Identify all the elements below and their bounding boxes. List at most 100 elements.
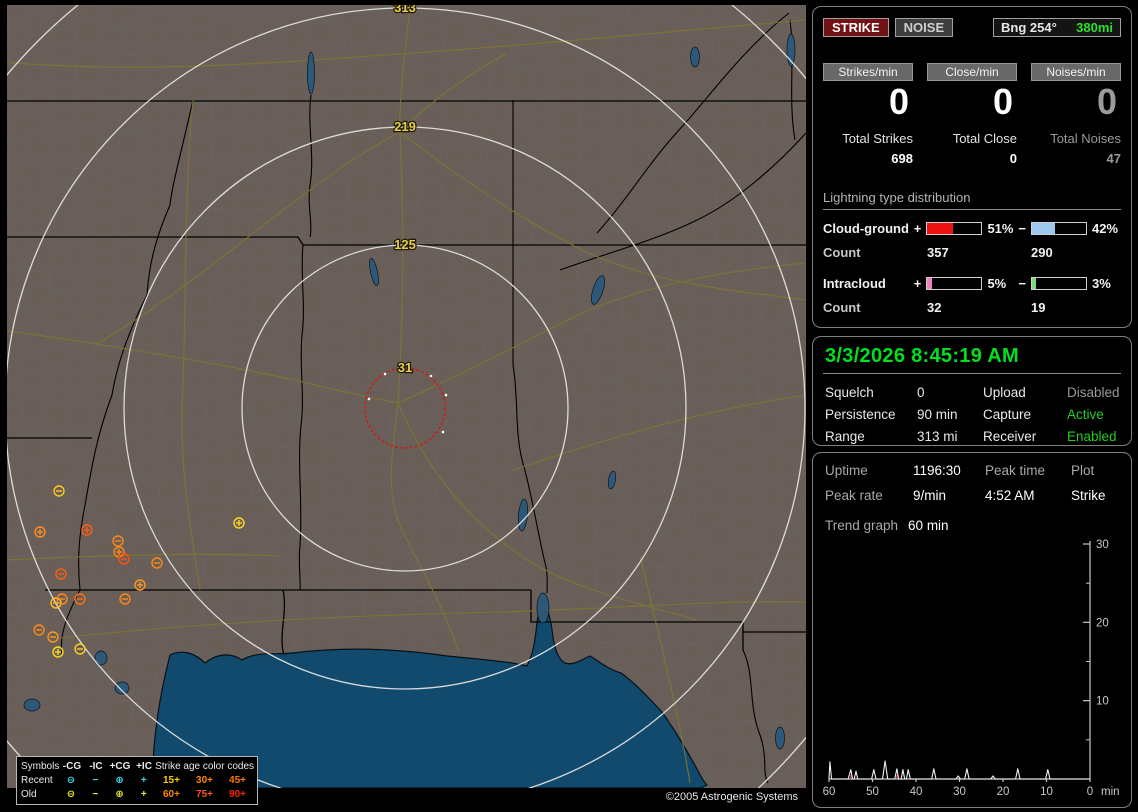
ic-negative-count: 19 [1031,300,1046,315]
svg-text:20: 20 [997,786,1010,798]
intracloud-count-row: Count 32 19 [823,300,1121,315]
uptime-label: Uptime [825,463,868,478]
close-per-min-label: Close/min [927,63,1017,81]
age-45: 45+ [229,774,246,786]
strike-button[interactable]: STRIKE [823,18,889,37]
squelch-label: Squelch [825,385,874,400]
range-ring-label-313: 313 [394,5,416,15]
age-75: 75+ [196,788,213,800]
legend-symbols-header: Symbols [21,760,60,772]
peak-time-label: Peak time [985,463,1046,478]
receiver-status: Enabled [1067,429,1117,444]
peak-time-value: 4:52 AM [985,488,1035,503]
cg-positive-count: 357 [927,245,949,260]
pos-ic-recent-icon: + [140,774,147,786]
trend-panel: Uptime 1196:30 Peak time Plot Peak rate … [812,452,1132,808]
legend-recent-row: Recent ⊖ − ⊕ + 15+ 30+ 45+ [21,773,254,787]
map-legend: Symbols -CG -IC +CG +IC Strike age color… [16,756,258,805]
plot-value: Strike [1071,488,1106,503]
total-noises-value: 47 [1106,151,1121,166]
total-strikes-label: Total Strikes [842,131,913,146]
legend-age-header: Strike age color codes [155,760,255,772]
upload-label: Upload [983,385,1026,400]
cg-negative-count: 290 [1031,245,1053,260]
svg-text:30: 30 [953,786,966,798]
capture-status: Active [1067,407,1104,422]
strikes-per-min-value: 0 [888,81,909,122]
svg-text:0: 0 [1087,786,1093,798]
bearing-distance: 380mi [1076,20,1113,35]
cg-positive-bar [926,222,983,235]
svg-text:10: 10 [1040,786,1053,798]
plus-sign: + [913,276,922,291]
svg-text:10: 10 [1096,696,1109,708]
range-value: 313 mi [917,429,958,444]
range-ring-label-125: 125 [394,237,416,252]
datetime-display: 3/3/2026 8:45:19 AM [823,344,1121,374]
plus-sign: + [913,221,922,236]
uptime-value: 1196:30 [913,463,961,478]
legend-old-label: Old [21,788,37,800]
legend-old-row: Old ⊖ − ⊕ + 60+ 75+ 90+ [21,787,254,801]
distribution-title: Lightning type distribution [823,190,1121,210]
trend-graph-label: Trend graph [825,518,899,533]
cg-positive-pct: 51% [987,221,1014,236]
ic-positive-pct: 5% [987,276,1007,291]
trend-graph-window: 60 min [908,518,949,533]
cg-negative-pct: 42% [1092,221,1119,236]
squelch-value: 0 [917,385,925,400]
intracloud-label: Intracloud [823,276,886,291]
age-60: 60+ [163,788,180,800]
total-strikes-value: 698 [891,151,913,166]
noise-button[interactable]: NOISE [894,18,954,37]
strike-counters-panel: STRIKE NOISE Bng 254° 380mi Strikes/min … [812,6,1132,328]
strike-map[interactable]: 31 125 219 313 [7,5,806,788]
upload-status: Disabled [1067,385,1120,400]
map-canvas: 31 125 219 313 [7,5,806,788]
neg-ic-recent-icon: − [92,774,99,786]
ic-positive-bar [926,277,983,290]
neg-cg-old-icon: ⊖ [66,788,76,800]
ic-positive-count: 32 [927,300,942,315]
svg-text:30: 30 [1096,539,1109,551]
range-label: Range [825,429,865,444]
ic-negative-bar [1030,277,1088,290]
persistence-value: 90 min [917,407,958,422]
legend-header-row: Symbols -CG -IC +CG +IC Strike age color… [21,759,254,773]
svg-text:20: 20 [1096,617,1109,629]
legend-col-neg-cg: -CG [62,760,82,772]
legend-col-neg-ic: -IC [89,760,103,772]
legend-recent-label: Recent [21,774,53,786]
neg-ic-old-icon: − [92,788,99,800]
trend-graph: 10 20 30 60 50 40 30 20 10 0 min [823,539,1120,798]
persistence-label: Persistence [825,407,896,422]
legend-col-pos-ic: +IC [136,760,152,772]
minus-sign: − [1018,221,1026,236]
minus-sign: − [1018,276,1026,291]
svg-text:50: 50 [866,786,879,798]
legend-col-pos-cg: +CG [109,760,131,772]
status-panel: 3/3/2026 8:45:19 AM Squelch 0 Upload Dis… [812,336,1132,446]
neg-cg-recent-icon: ⊖ [66,774,76,786]
close-column: Close/min 0 Total Close 0 [927,63,1017,166]
age-30: 30+ [196,774,213,786]
svg-text:min: min [1101,786,1120,798]
svg-text:40: 40 [910,786,923,798]
ic-negative-pct: 3% [1092,276,1111,291]
strikes-per-min-label: Strikes/min [823,63,913,81]
age-15: 15+ [163,774,180,786]
close-per-min-value: 0 [992,81,1013,122]
pos-cg-recent-icon: ⊕ [115,774,124,786]
intracloud-row: Intracloud + 5% − 3% [823,276,1121,291]
range-ring-label-31: 31 [398,360,412,375]
bearing-value: Bng 254° [1001,20,1057,35]
peak-rate-label: Peak rate [825,488,883,503]
receiver-label: Receiver [983,429,1037,444]
capture-label: Capture [983,407,1032,422]
cg-negative-bar [1030,222,1088,235]
count-label: Count [823,245,861,260]
cloud-ground-count-row: Count 357 290 [823,245,1121,260]
pos-ic-old-icon: + [140,788,147,800]
count-label: Count [823,300,861,315]
pos-cg-old-icon: ⊕ [115,788,124,800]
